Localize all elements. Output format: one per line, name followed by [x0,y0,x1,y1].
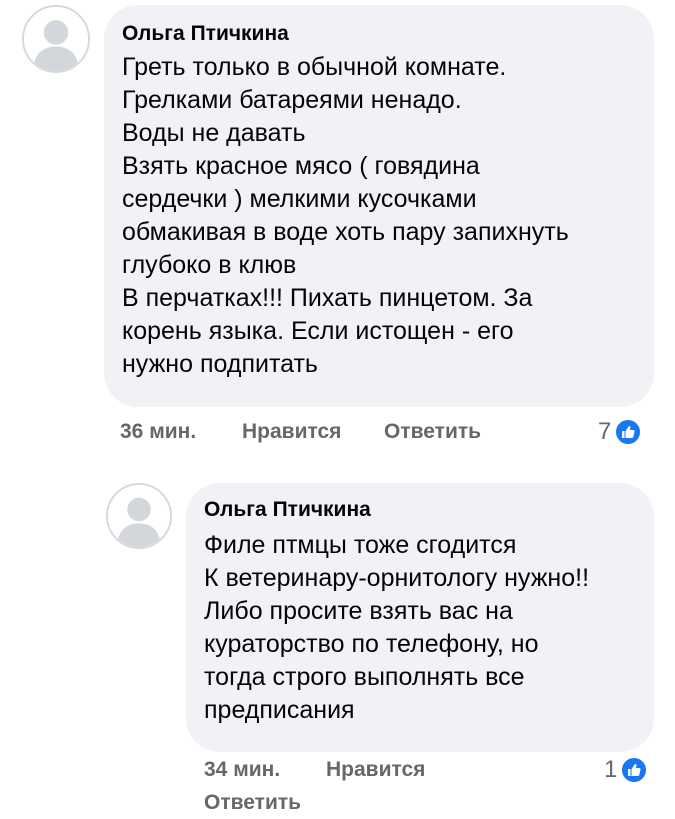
comment-text-line: К ветеринару-орнитологу нужно!! [204,564,590,592]
like-button[interactable]: Нравится [242,420,341,444]
comment-text-line: предписания [204,696,355,724]
comment-text-line: Воды не давать [122,119,306,147]
comment-text-line: Греть только в обычной комнате. [122,53,507,81]
reaction-summary[interactable]: 1 [604,756,649,784]
default-avatar-icon [108,485,170,547]
comment-bubble: Ольга Птичкина Филе птмцы тоже сгодится … [186,483,654,752]
comment-text-line: тогда строго выполнять все [204,663,525,691]
default-avatar-icon [24,7,88,71]
comment-text-line: корень языка. Если истощен - его [122,317,514,345]
comment-1: Ольга Птичкина Греть только в обычной ко… [0,0,675,460]
comment-author[interactable]: Ольга Птичкина [204,497,654,523]
comment-actions: 36 мин. Нравится Ответить [120,420,520,450]
reaction-count: 1 [604,756,618,783]
reply-button[interactable]: Ответить [384,420,481,444]
comment-text-line: В перчатках!!! Пихать пинцетом. За [122,284,533,312]
reaction-summary[interactable]: 7 [598,418,643,446]
comment-text-line: Либо просите взять вас на [204,597,513,625]
comment-text-line: глубоко в клюв [122,251,297,279]
reply-button[interactable]: Ответить [204,791,301,815]
comment-actions: 34 мин. Нравится Ответить [204,758,504,818]
comment-text-line: кураторство по телефону, но [204,630,539,658]
avatar-icon[interactable] [22,5,90,73]
comment-timestamp[interactable]: 36 мин. [120,420,196,444]
comment-text-line: Филе птмцы тоже сгодится [204,531,517,559]
comment-author[interactable]: Ольга Птичкина [122,21,654,47]
comment-text-line: обмакивая в воде хоть пару запихнуть [122,218,569,246]
comment-2: Ольга Птичкина Филе птмцы тоже сгодится … [0,470,675,819]
avatar-icon[interactable] [106,483,172,549]
comment-timestamp[interactable]: 34 мин. [204,758,280,782]
like-button[interactable]: Нравится [326,758,425,782]
comment-text-line: сердечки ) мелкими кусочками [122,185,477,213]
comment-text-line: Взять красное мясо ( говядина [122,152,480,180]
reaction-count: 7 [598,418,612,445]
like-reaction-icon [620,756,649,784]
like-reaction-icon [614,418,643,446]
comment-text-line: Грелками батареями ненадо. [122,86,462,114]
comment-text-line: нужно подпитать [122,350,318,378]
comment-bubble: Ольга Птичкина Греть только в обычной ко… [104,5,654,407]
